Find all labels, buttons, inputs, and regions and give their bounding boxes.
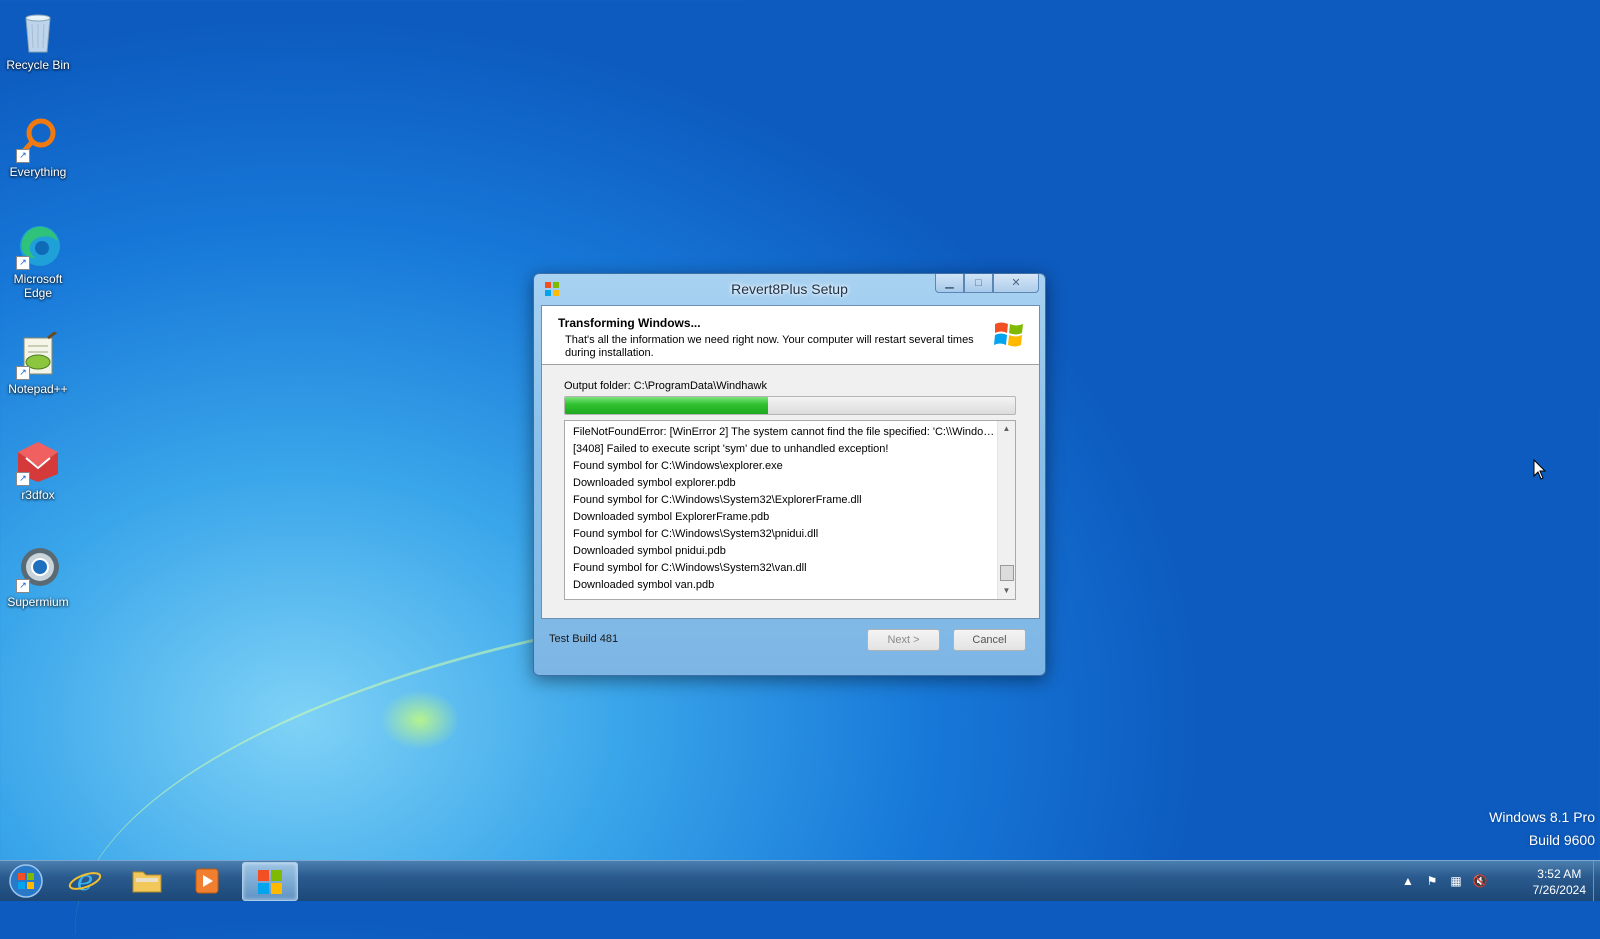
log-line: [3408] Failed to execute script 'sym' du… [573,443,889,455]
file-explorer-icon [132,871,162,893]
clock-date: 7/26/2024 [1532,883,1586,897]
log-line: Found symbol for C:\Windows\System32\pni… [573,528,819,540]
log-line: FileNotFoundError: [WinError 2] The syst… [573,426,995,438]
build-label: Test Build 481 [549,633,619,645]
desktop-icon-label: Recycle Bin [6,58,70,72]
dialog-titlebar[interactable]: Revert8Plus Setup ▁ □ ✕ [534,274,1045,304]
wizard-header: Transforming Windows... That's all the i… [542,306,1039,365]
minimize-button[interactable]: ▁ [935,274,964,293]
desktop-icon-label: Microsoft Edge [13,272,63,300]
log-line: Downloaded symbol ExplorerFrame.pdb [573,511,770,523]
svg-text:e: e [77,864,94,897]
install-progress-bar [564,396,1016,415]
clock-time: 3:52 AM [1537,867,1582,881]
dialog-client-area: Transforming Windows... That's all the i… [541,305,1040,619]
install-log-list[interactable]: FileNotFoundError: [WinError 2] The syst… [564,420,1016,600]
log-lines: FileNotFoundError: [WinError 2] The syst… [573,424,995,594]
close-button[interactable]: ✕ [993,274,1039,293]
shortcut-arrow-icon: ↗ [16,579,30,593]
scroll-thumb[interactable] [1000,565,1014,581]
next-button[interactable]: Next > [867,629,940,651]
internet-explorer-icon: e [68,864,102,897]
log-line: Downloaded symbol explorer.pdb [573,477,736,489]
dialog-footer: Test Build 481 Next > Cancel [534,617,1045,675]
wallpaper-glow-green [380,690,460,750]
log-line: Found symbol for C:\Windows\System32\van… [573,562,807,574]
log-line: Found symbol for C:\Windows\System32\Exp… [573,494,862,506]
notepadpp-icon: ↗ [14,330,62,380]
taskbar-media-player[interactable] [180,862,234,899]
desktop-icon-label: Everything [9,165,67,179]
edge-icon: ↗ [14,222,62,270]
log-line: Found symbol for C:\Windows\explorer.exe [573,460,783,472]
system-tray: ▲ ⚑ ▦ 🔇 3:52 AM 7/26/2024 [1400,861,1600,901]
log-line: Downloaded symbol van.pdb [573,579,715,591]
desktop-icon-label: Supermium [7,595,69,609]
show-desktop-button[interactable] [1593,861,1600,901]
output-folder-label: Output folder: C:\ProgramData\Windhawk [564,380,767,392]
desktop-icon-label: Notepad++ [8,382,68,396]
setup-dialog: Revert8Plus Setup ▁ □ ✕ Transforming Win… [533,273,1046,676]
scroll-down-icon[interactable]: ▼ [998,583,1015,599]
wizard-body: Output folder: C:\ProgramData\Windhawk F… [542,365,1039,618]
show-hidden-icons-icon[interactable]: ▲ [1400,873,1416,889]
desktop-icon-microsoft-edge[interactable]: ↗ Microsoft Edge [2,222,74,300]
network-icon[interactable]: ▦ [1448,873,1464,889]
scroll-up-icon[interactable]: ▲ [998,421,1015,437]
taskbar-revert8plus-setup[interactable] [242,862,298,901]
windows-watermark: Windows 8.1 Pro Build 9600 [1489,806,1595,852]
action-center-flag-icon[interactable]: ⚑ [1424,873,1440,889]
revert8plus-setup-icon [258,870,282,894]
desktop-icon-r3dfox[interactable]: ↗ r3dfox [2,438,74,502]
shortcut-arrow-icon: ↗ [16,256,30,270]
media-player-icon [195,868,219,894]
taskbar-internet-explorer[interactable]: e [58,862,112,899]
taskbar-file-explorer[interactable] [120,862,174,899]
taskbar: e ▲ ⚑ ▦ 🔇 3:52 AM 7/26/2024 [0,860,1600,901]
windows-logo-icon [993,318,1025,350]
desktop-icon-everything[interactable]: ↗ Everything [2,115,74,179]
watermark-build: Build 9600 [1528,832,1595,848]
taskbar-clock[interactable]: 3:52 AM 7/26/2024 [1533,866,1586,898]
desktop-icon-label: r3dfox [21,488,55,502]
desktop-icon-notepadpp[interactable]: ↗ Notepad++ [2,330,74,396]
mouse-cursor-icon [1533,458,1547,481]
header-subtitle: That's all the information we need right… [565,334,974,359]
shortcut-arrow-icon: ↗ [16,472,30,486]
watermark-edition: Windows 8.1 Pro [1489,809,1595,825]
shortcut-arrow-icon: ↗ [16,366,30,380]
recycle-bin-icon [14,8,62,56]
log-scrollbar[interactable]: ▲ ▼ [997,421,1015,599]
progress-fill [565,397,768,414]
everything-search-icon: ↗ [14,115,62,163]
caption-buttons: ▁ □ ✕ [935,274,1039,294]
volume-muted-icon[interactable]: 🔇 [1472,873,1488,889]
cancel-button[interactable]: Cancel [953,629,1026,651]
header-title: Transforming Windows... [558,316,701,330]
desktop-icon-recycle-bin[interactable]: Recycle Bin [2,8,74,72]
shortcut-arrow-icon: ↗ [16,149,30,163]
maximize-button[interactable]: □ [964,274,993,293]
r3dfox-icon: ↗ [14,438,62,486]
desktop-icon-supermium[interactable]: ↗ Supermium [2,545,74,609]
supermium-icon: ↗ [14,545,62,593]
log-line: Downloaded symbol pnidui.pdb [573,545,726,557]
start-button[interactable] [6,863,46,900]
